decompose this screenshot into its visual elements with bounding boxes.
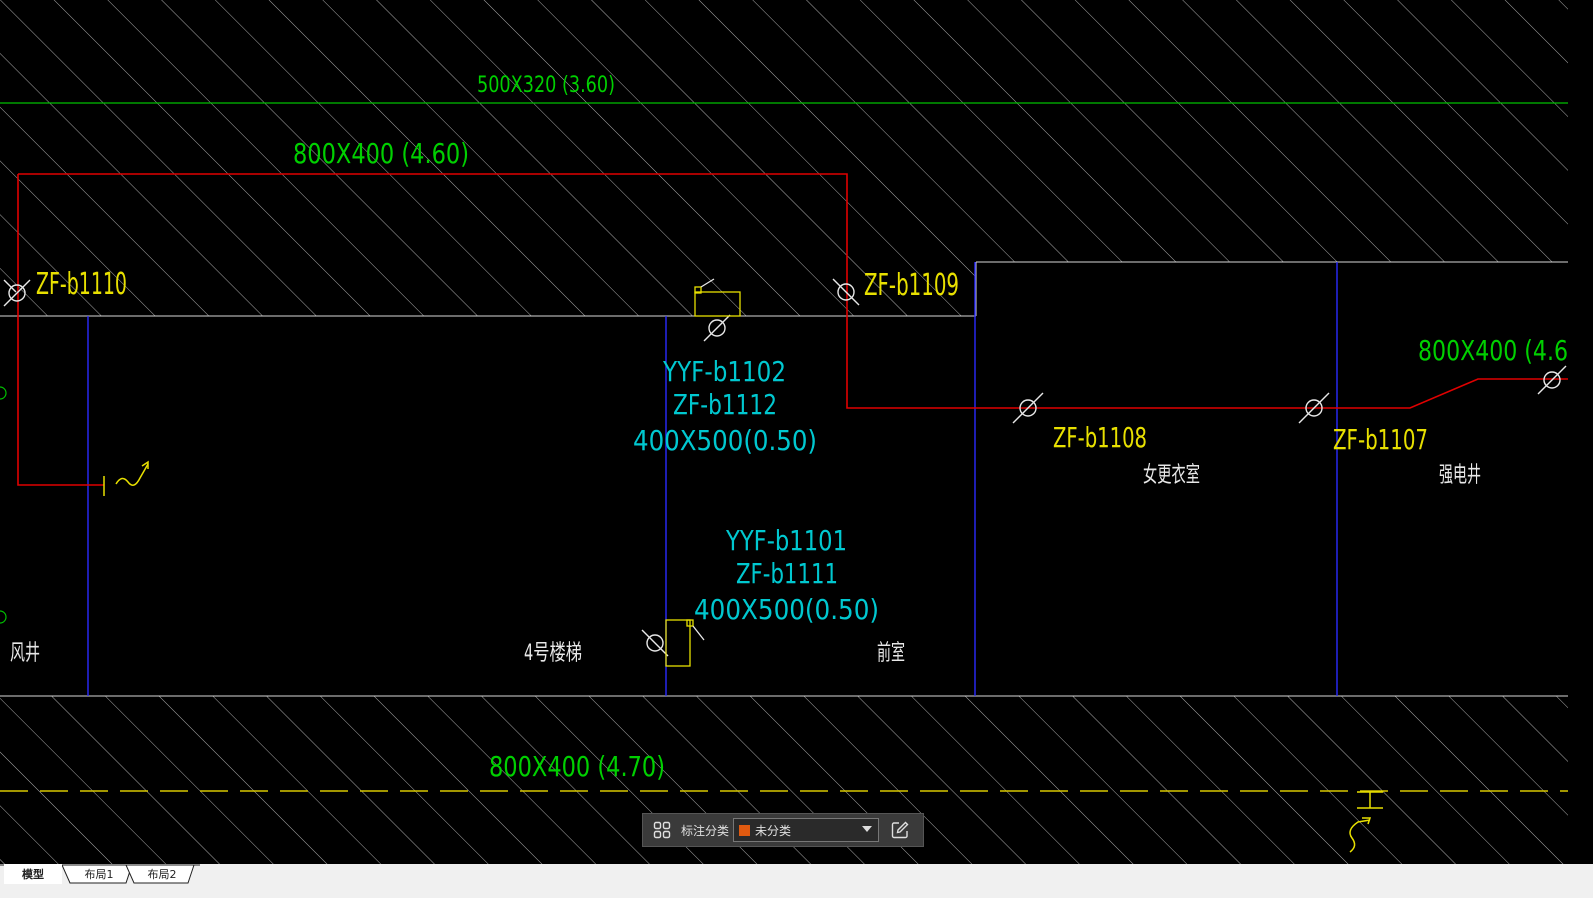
riser2-line1: YYF-b1101: [725, 524, 847, 557]
room-label-elec-shaft: 强电井: [1439, 463, 1481, 488]
duct-label-red: 800X400 (4.60): [293, 137, 469, 170]
riser1-line2: ZF-b1112: [673, 388, 777, 421]
room-label-anteroom: 前室: [877, 641, 905, 666]
damper-tag-b1109: ZF-b1109: [864, 268, 959, 303]
riser2-line2: ZF-b1111: [736, 557, 838, 590]
annotation-category-label: 标注分类: [681, 823, 730, 838]
riser1-line1: YYF-b1102: [662, 355, 786, 388]
damper-tag-b1107: ZF-b1107: [1333, 423, 1428, 456]
grid-icon[interactable]: [649, 817, 675, 843]
layout-tab-strip: 模型 布局1 布局2: [0, 864, 1593, 898]
duct-label-right: 800X400 (4.6: [1418, 334, 1568, 367]
annotation-toolbar: 标注分类 未分类: [642, 813, 924, 847]
annotation-category-value: 未分类: [755, 823, 792, 838]
riser1-line3: 400X500(0.50): [633, 424, 817, 457]
tab-model[interactable]: 模型: [4, 864, 62, 884]
tab-layout2[interactable]: 布局2: [134, 864, 190, 884]
cad-canvas[interactable]: 500X320 (3.60) 800X400 (4.60) 800X400 (4…: [0, 0, 1593, 898]
edit-icon[interactable]: [887, 817, 913, 843]
room-label-shaft: 风井: [10, 641, 40, 666]
damper-tag-b1110: ZF-b1110: [36, 267, 127, 302]
room-label-locker: 女更衣室: [1143, 463, 1200, 488]
room-label-stair: 4号楼梯: [524, 641, 582, 666]
tab-layout1[interactable]: 布局1: [72, 864, 126, 884]
category-color-swatch: [739, 824, 751, 836]
duct-label-bottom: 800X400 (4.70): [489, 750, 665, 783]
duct-label-top: 500X320 (3.60): [477, 73, 615, 98]
annotation-category-select[interactable]: 未分类: [733, 818, 880, 842]
riser2-line3: 400X500(0.50): [694, 593, 879, 626]
damper-tag-b1108: ZF-b1108: [1053, 421, 1147, 454]
chevron-down-icon[interactable]: [862, 826, 873, 832]
